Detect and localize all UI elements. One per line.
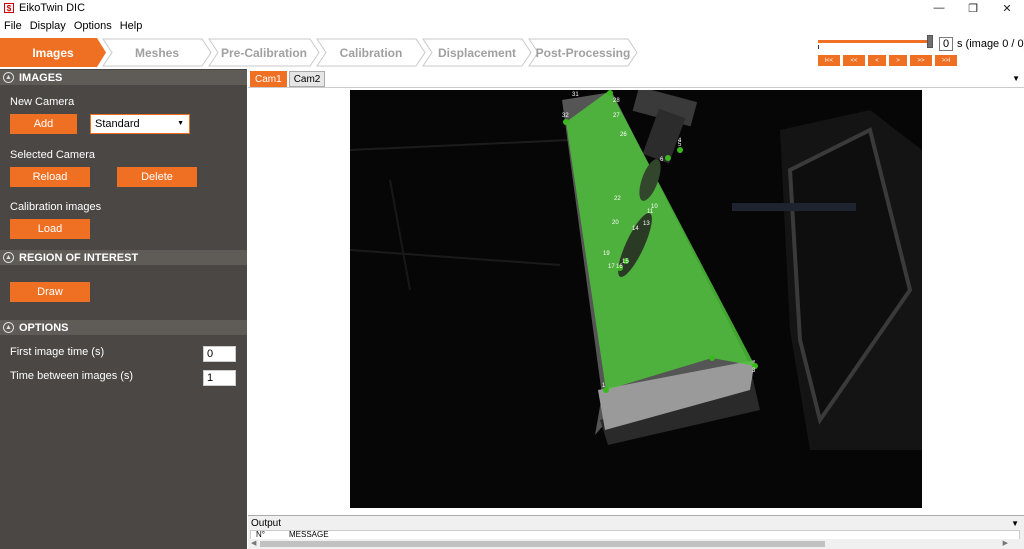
svg-text:14: 14 xyxy=(632,226,639,232)
step-meshes[interactable]: Meshes xyxy=(102,38,212,67)
first-frame-button[interactable]: l<< xyxy=(818,55,840,66)
scroll-right-icon[interactable]: ▶ xyxy=(1003,539,1008,547)
next-frame-button[interactable]: > xyxy=(889,55,907,66)
reload-button[interactable]: Reload xyxy=(10,167,90,187)
step-images[interactable]: Images xyxy=(0,38,106,67)
options-section-header[interactable]: ▲ OPTIONS xyxy=(0,320,247,335)
scroll-thumb[interactable] xyxy=(260,541,825,547)
camera-tabs: Cam1 Cam2 xyxy=(250,71,326,87)
svg-text:27: 27 xyxy=(613,113,620,119)
step-pre-calibration[interactable]: Pre-Calibration xyxy=(208,38,320,67)
step-displacement[interactable]: Displacement xyxy=(422,38,532,67)
roi-section-header[interactable]: ▲ REGION OF INTEREST xyxy=(0,250,247,265)
fast-forward-button[interactable]: >> xyxy=(910,55,932,66)
svg-text:22: 22 xyxy=(614,196,621,202)
menu-file[interactable]: File xyxy=(0,20,26,32)
window-controls: — ❐ ✕ xyxy=(922,0,1024,16)
svg-text:28: 28 xyxy=(613,98,620,104)
new-camera-label: New Camera xyxy=(10,96,75,108)
step-images-label: Images xyxy=(32,45,74,60)
delete-button[interactable]: Delete xyxy=(117,167,197,187)
step-pre-calibration-label: Pre-Calibration xyxy=(220,45,307,60)
svg-text:19: 19 xyxy=(603,251,610,257)
frame-input[interactable]: 0 xyxy=(939,37,953,51)
svg-text:17: 17 xyxy=(608,264,615,270)
menu-help[interactable]: Help xyxy=(116,20,147,32)
left-panel: ▲ IMAGES New Camera Add Standard ▼ Selec… xyxy=(0,69,247,549)
col-message: MESSAGE xyxy=(289,530,329,539)
minimize-button[interactable]: — xyxy=(922,0,956,16)
step-post-processing-label: Post-Processing xyxy=(535,45,631,60)
col-no: N° xyxy=(256,530,265,539)
svg-text:16: 16 xyxy=(616,264,623,270)
menu-bar: File Display Options Help xyxy=(0,17,146,34)
svg-text:20: 20 xyxy=(612,220,619,226)
step-post-processing[interactable]: Post-Processing xyxy=(528,38,638,67)
dropdown-arrow-icon: ▼ xyxy=(177,120,184,127)
step-meshes-label: Meshes xyxy=(134,45,180,60)
chevron-up-icon: ▲ xyxy=(3,322,14,333)
last-frame-button[interactable]: >>l xyxy=(935,55,957,66)
svg-text:32: 32 xyxy=(562,113,569,119)
playback-controls: 0 s (image 0 / 0) l<< << < > >> >>l xyxy=(816,33,1024,69)
output-label: Output xyxy=(251,518,282,529)
window-title: EikoTwin DIC xyxy=(19,2,86,14)
output-collapse-icon[interactable]: ▼ xyxy=(1011,519,1019,528)
horizontal-scrollbar[interactable]: ◀ ▶ xyxy=(250,539,1020,549)
load-button[interactable]: Load xyxy=(10,219,90,239)
restore-button[interactable]: ❐ xyxy=(956,0,990,16)
add-camera-button[interactable]: Add xyxy=(10,114,77,134)
svg-text:11: 11 xyxy=(647,209,654,215)
roi-header-label: REGION OF INTEREST xyxy=(19,251,139,264)
rewind-button[interactable]: << xyxy=(843,55,865,66)
svg-text:4: 4 xyxy=(678,138,682,144)
camera-image[interactable]: 31 28 32 27 26 5 4 6 22 10 11 13 14 20 19 15 17 16 1… xyxy=(350,90,922,508)
draw-button[interactable]: Draw xyxy=(10,282,90,302)
images-header-label: IMAGES xyxy=(19,71,63,84)
step-calibration-label: Calibration xyxy=(339,45,403,60)
images-section-header[interactable]: ▲ IMAGES xyxy=(0,70,247,85)
menu-display[interactable]: Display xyxy=(26,20,70,32)
selected-camera-label: Selected Camera xyxy=(10,149,95,161)
menu-options[interactable]: Options xyxy=(70,20,116,32)
time-slider-handle[interactable] xyxy=(927,35,933,48)
step-calibration[interactable]: Calibration xyxy=(316,38,426,67)
first-image-time-label: First image time (s) xyxy=(10,346,105,358)
output-panel: Output ▼ N° MESSAGE ◀ ▶ xyxy=(248,515,1024,549)
step-displacement-label: Displacement xyxy=(437,45,517,60)
slider-tick xyxy=(818,45,819,49)
camera-type-value: Standard xyxy=(95,118,140,130)
time-slider-track[interactable] xyxy=(818,40,932,43)
svg-text:31: 31 xyxy=(572,92,579,98)
tab-cam1[interactable]: Cam1 xyxy=(250,71,287,87)
camera-image-scene: 312832 27265 4622 101113 142019 1517 16 1… xyxy=(350,90,922,450)
tab-cam2[interactable]: Cam2 xyxy=(288,71,326,87)
frame-label: s (image 0 / 0) xyxy=(957,38,1024,50)
svg-text:13: 13 xyxy=(643,221,650,227)
title-bar: $ EikoTwin DIC — ❐ ✕ xyxy=(0,0,1024,16)
previous-frame-button[interactable]: < xyxy=(868,55,886,66)
svg-text:26: 26 xyxy=(620,132,627,138)
close-button[interactable]: ✕ xyxy=(990,0,1024,16)
svg-text:15: 15 xyxy=(622,259,629,265)
calibration-images-label: Calibration images xyxy=(10,201,102,213)
tab-menu-icon[interactable]: ▼ xyxy=(1012,74,1020,83)
app-logo-icon: $ xyxy=(4,3,14,13)
time-between-images-label: Time between images (s) xyxy=(10,370,134,382)
workflow-steps: Images Meshes Pre-Calibration Calibratio… xyxy=(0,38,640,67)
camera-type-select[interactable]: Standard ▼ xyxy=(90,114,190,134)
scroll-left-icon[interactable]: ◀ xyxy=(251,539,256,547)
first-image-time-input[interactable]: 0 xyxy=(203,346,236,362)
options-header-label: OPTIONS xyxy=(19,321,69,334)
chevron-up-icon: ▲ xyxy=(3,72,14,83)
time-between-images-input[interactable]: 1 xyxy=(203,370,236,386)
chevron-up-icon: ▲ xyxy=(3,252,14,263)
